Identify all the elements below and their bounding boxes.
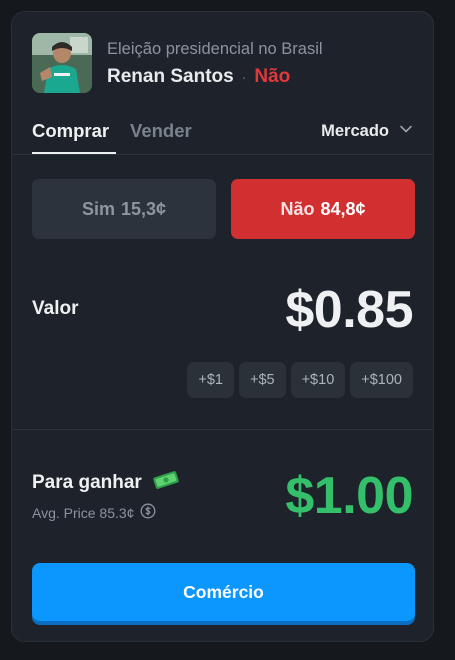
chevron-down-icon xyxy=(399,122,413,141)
divider xyxy=(12,429,433,430)
market-text: Eleição presidencial no Brasil Renan San… xyxy=(107,39,323,88)
trade-tabs: Comprar Vender Mercado xyxy=(12,112,433,155)
add-100-button[interactable]: +$100 xyxy=(350,362,413,398)
amount-label: Valor xyxy=(32,298,79,319)
order-type-label: Mercado xyxy=(321,122,389,140)
add-5-button[interactable]: +$5 xyxy=(238,362,286,398)
add-10-button[interactable]: +$10 xyxy=(290,362,346,398)
no-label: Não xyxy=(280,198,315,219)
market-header: Eleição presidencial no Brasil Renan San… xyxy=(32,33,323,93)
outcome-buttons: Sim 15,3¢ Não 84,8¢ xyxy=(32,179,415,239)
candidate-name: Renan Santos xyxy=(107,65,234,87)
money-icon xyxy=(152,470,180,496)
no-price: 84,8¢ xyxy=(320,198,366,219)
trade-panel: Eleição presidencial no Brasil Renan San… xyxy=(11,11,434,642)
tab-buy[interactable]: Comprar xyxy=(32,120,109,142)
order-type-dropdown[interactable]: Mercado xyxy=(321,122,413,141)
dollar-circle-icon[interactable] xyxy=(140,503,156,522)
yes-button[interactable]: Sim 15,3¢ xyxy=(32,179,216,239)
amount-input[interactable]: $0.85 xyxy=(285,280,413,340)
yes-price: 15,3¢ xyxy=(120,198,167,219)
to-win-label: Para ganhar xyxy=(32,472,142,493)
to-win-value: $1.00 xyxy=(285,467,413,525)
market-subtitle: Eleição presidencial no Brasil xyxy=(107,39,323,58)
quick-add-buttons: +$1 +$5 +$10 +$100 xyxy=(187,362,413,398)
avg-price-row: Avg. Price 85.3¢ xyxy=(32,503,156,522)
yes-label: Sim xyxy=(81,198,115,219)
outcome-label: Não xyxy=(254,65,291,87)
add-1-button[interactable]: +$1 xyxy=(187,362,234,398)
trade-button[interactable]: Comércio xyxy=(32,563,415,621)
active-tab-indicator xyxy=(32,152,116,154)
to-win-row: Para ganhar xyxy=(32,470,180,496)
market-title-row: Renan Santos · Não xyxy=(107,66,323,88)
market-avatar xyxy=(32,33,92,93)
tab-sell[interactable]: Vender xyxy=(130,120,192,142)
separator-dot: · xyxy=(241,68,247,85)
no-button[interactable]: Não 84,8¢ xyxy=(231,179,415,239)
avg-price-text: Avg. Price 85.3¢ xyxy=(32,504,135,521)
